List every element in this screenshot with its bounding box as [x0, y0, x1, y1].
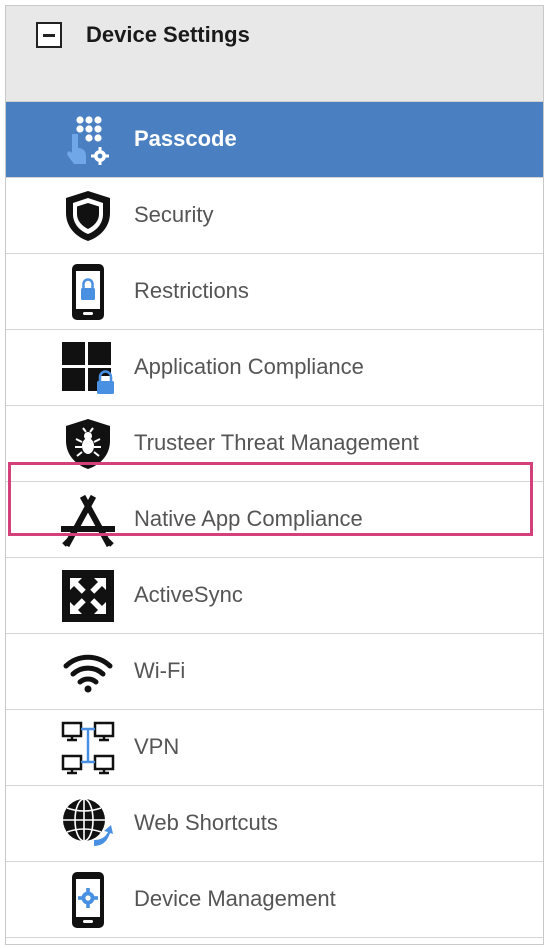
list-item-passcode[interactable]: Passcode — [6, 102, 543, 178]
list-item-label: VPN — [134, 734, 180, 759]
list-item-trusteer-threat-management[interactable]: Trusteer Threat Management — [6, 406, 543, 482]
list-item-label: ActiveSync — [134, 582, 243, 607]
settings-list: Passcode Security Restrictions Applicati… — [6, 102, 543, 938]
passcode-icon — [58, 112, 118, 168]
list-item-application-compliance[interactable]: Application Compliance — [6, 330, 543, 406]
list-item-label: Passcode — [134, 126, 237, 151]
list-item-label: Security — [134, 202, 214, 227]
section-header[interactable]: Device Settings — [6, 6, 543, 102]
list-item-label: Wi-Fi — [134, 658, 186, 683]
section-title: Device Settings — [86, 22, 250, 47]
list-item-device-management[interactable]: Device Management — [6, 862, 543, 938]
shield-icon — [58, 188, 118, 244]
list-item-label: Restrictions — [134, 278, 249, 303]
network-icon — [58, 720, 118, 776]
app-store-icon — [58, 492, 118, 548]
bug-shield-icon — [58, 416, 118, 472]
globe-arrow-icon — [58, 796, 118, 852]
list-item-web-shortcuts[interactable]: Web Shortcuts — [6, 786, 543, 862]
list-item-security[interactable]: Security — [6, 178, 543, 254]
list-item-activesync[interactable]: ActiveSync — [6, 558, 543, 634]
wifi-icon — [58, 644, 118, 700]
list-item-label: Native App Compliance — [134, 506, 363, 531]
list-item-label: Device Management — [134, 886, 336, 911]
list-item-wi-fi[interactable]: Wi-Fi — [6, 634, 543, 710]
list-item-restrictions[interactable]: Restrictions — [6, 254, 543, 330]
exchange-icon — [58, 568, 118, 624]
phone-gear-icon — [58, 872, 118, 928]
list-item-label: Trusteer Threat Management — [134, 430, 419, 455]
list-item-label: Web Shortcuts — [134, 810, 278, 835]
list-item-label: Application Compliance — [134, 354, 364, 379]
list-item-native-app-compliance[interactable]: Native App Compliance — [6, 482, 543, 558]
list-item-vpn[interactable]: VPN — [6, 710, 543, 786]
app-grid-lock-icon — [58, 340, 118, 396]
minus-square-icon[interactable] — [36, 22, 62, 48]
phone-lock-icon — [58, 264, 118, 320]
device-settings-panel: Device Settings Passcode Security Restri… — [5, 5, 544, 945]
